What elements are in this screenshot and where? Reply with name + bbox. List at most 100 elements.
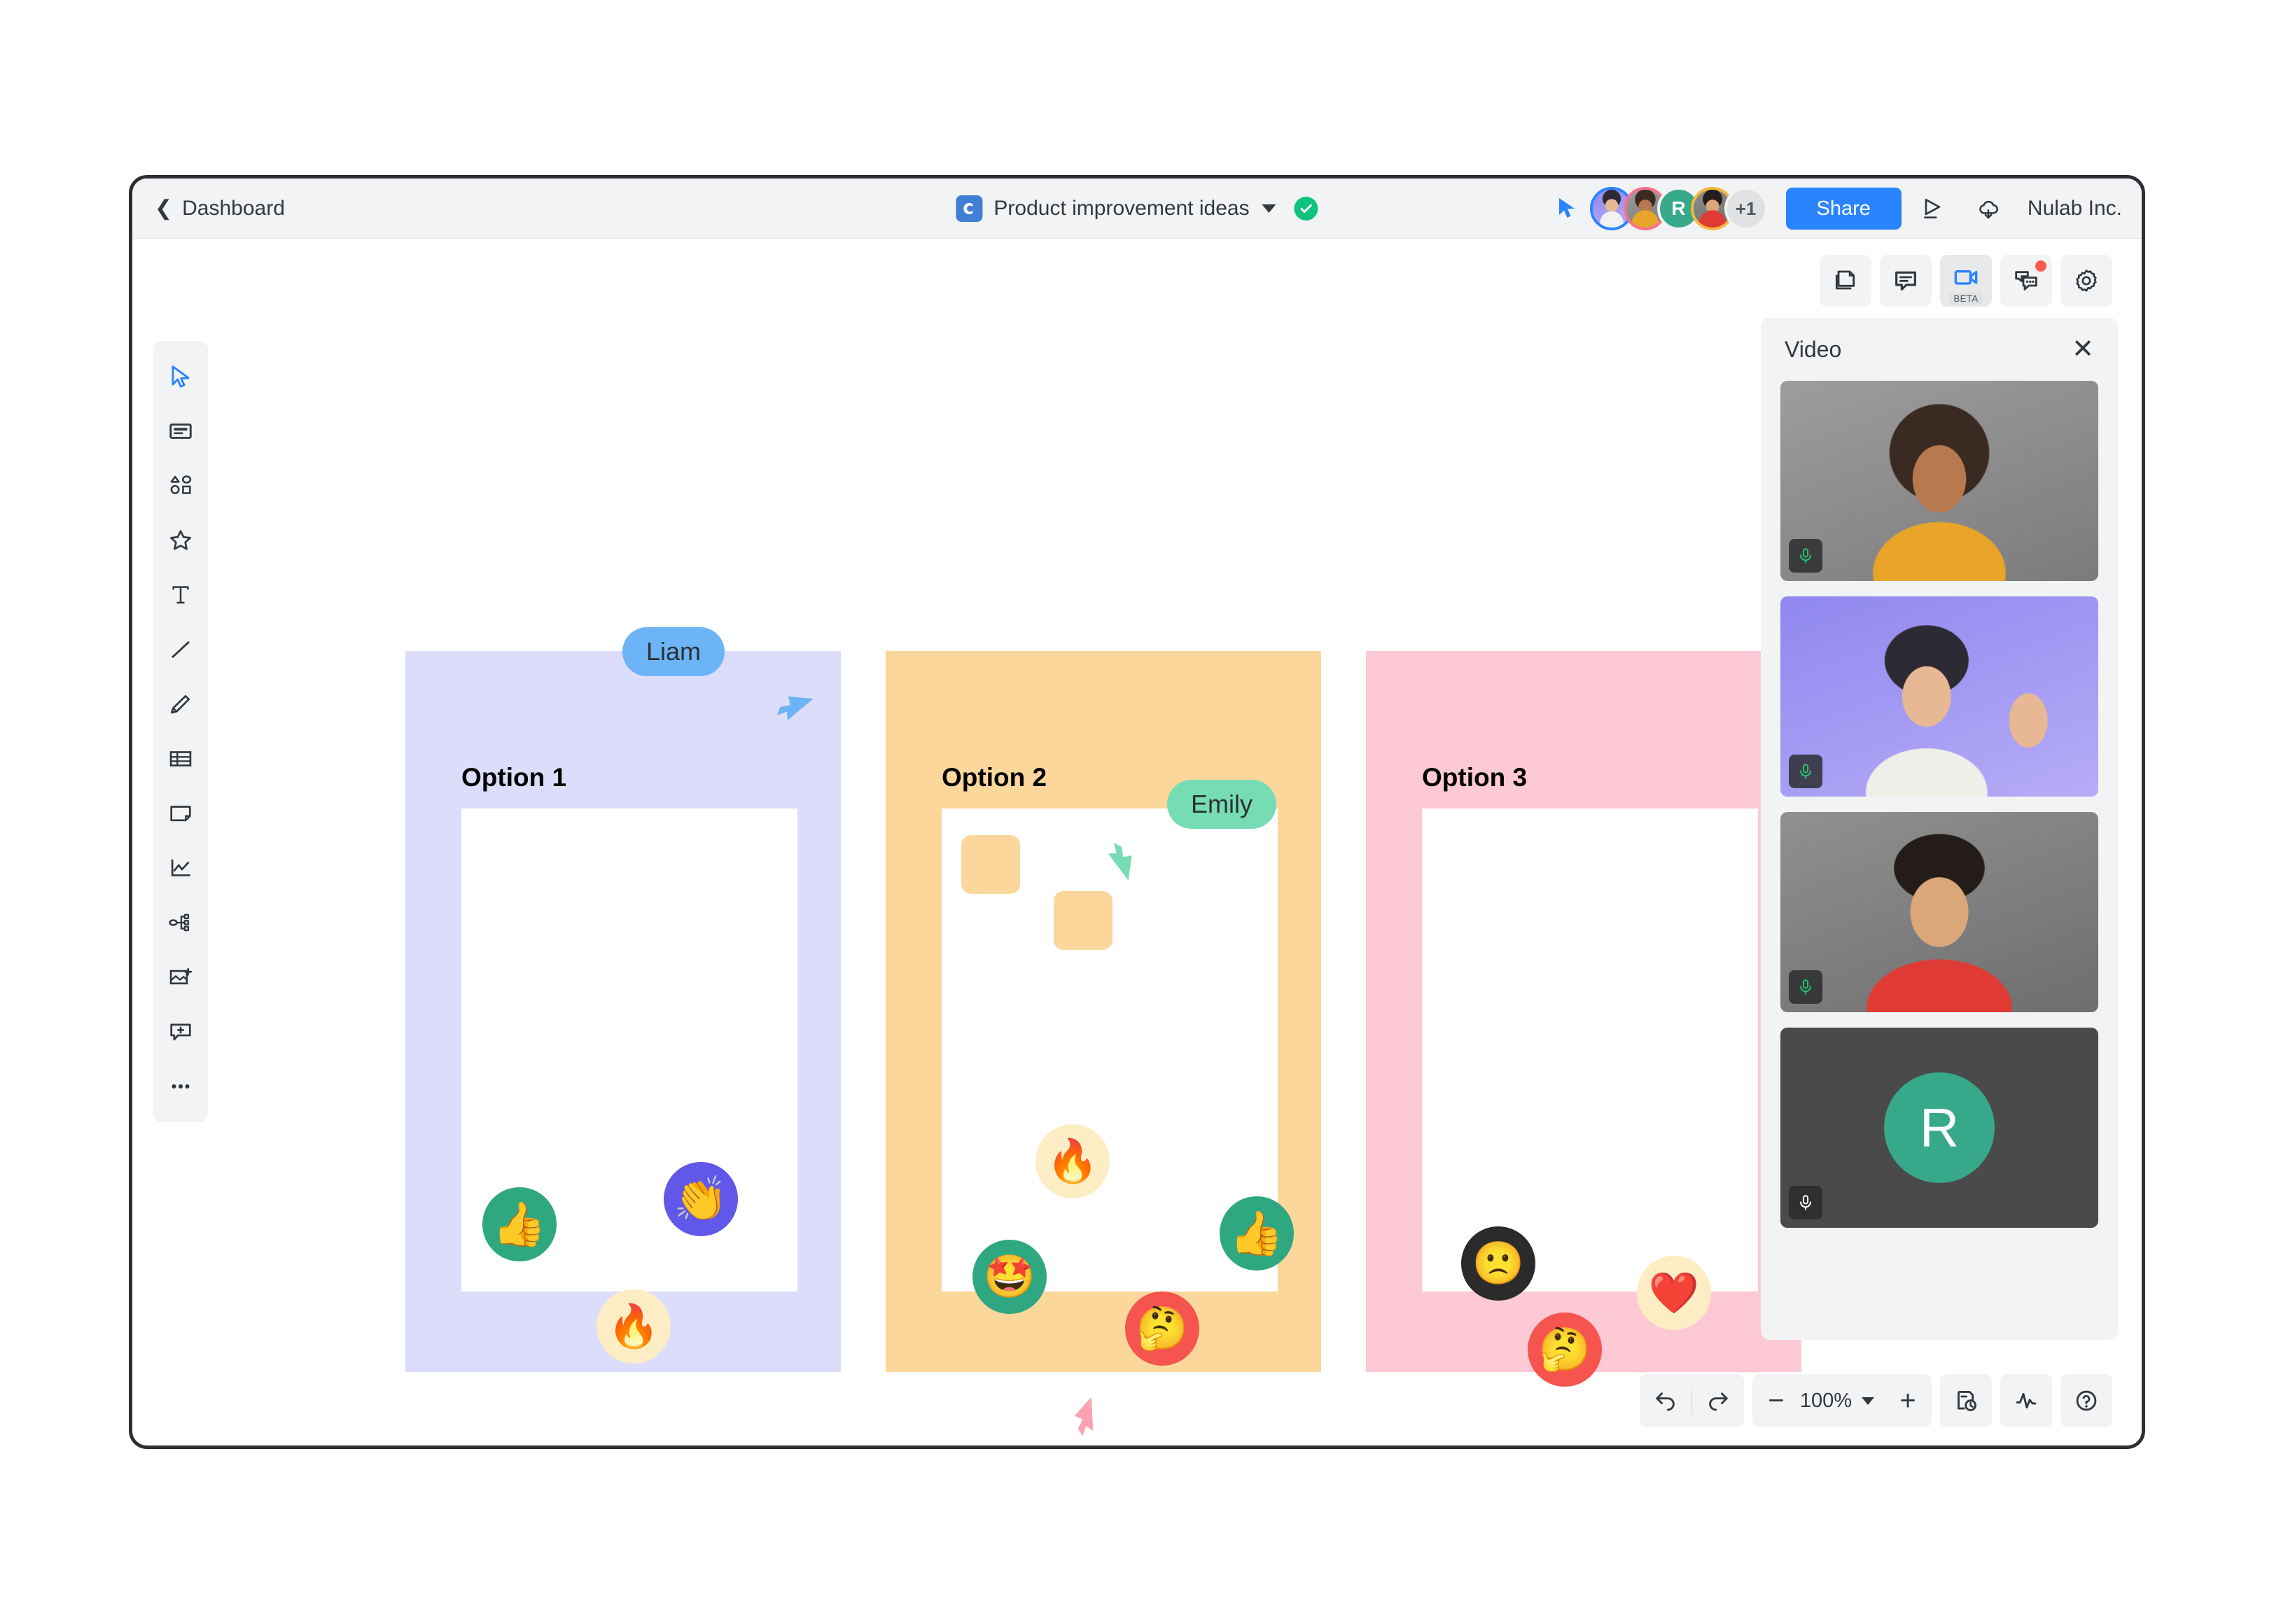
- video-camera-icon: [1954, 270, 1978, 285]
- image-plus-icon: [169, 967, 193, 985]
- activity-button-group: [2000, 1374, 2052, 1427]
- heart-emoji: ❤️: [1648, 1269, 1700, 1317]
- sidebar-item-sticky-tool[interactable]: [153, 786, 208, 841]
- sidebar-item-image-tool[interactable]: [153, 950, 208, 1004]
- avatar-overflow-count[interactable]: +1: [1724, 187, 1768, 230]
- sidebar-item-shapes-tool[interactable]: [153, 458, 208, 513]
- document-title-group: Product improvement ideas: [956, 178, 1318, 239]
- video-tile-list: R: [1761, 381, 2118, 1228]
- sidebar-item-chart-tool[interactable]: [153, 841, 208, 895]
- history-button-group: [1940, 1374, 1992, 1427]
- video-tile[interactable]: [1780, 381, 2098, 581]
- sticky-note[interactable]: [1054, 891, 1112, 950]
- redo-button[interactable]: [1692, 1374, 1744, 1427]
- option-card-title: Option 1: [461, 763, 567, 792]
- remote-cursor-emily: [1091, 838, 1141, 890]
- pages-icon: [1835, 270, 1855, 290]
- reaction-bubble[interactable]: 👍: [1220, 1196, 1294, 1270]
- back-link-label: Dashboard: [182, 197, 285, 220]
- sidebar-item-text-tool[interactable]: [153, 568, 208, 622]
- video-tile[interactable]: R: [1780, 1028, 2098, 1228]
- sidebar-item-pen-tool[interactable]: [153, 677, 208, 732]
- option-card-canvas[interactable]: [1422, 808, 1758, 1292]
- sidebar-item-select-tool[interactable]: [153, 349, 208, 404]
- settings-button[interactable]: [2060, 255, 2112, 307]
- video-tile[interactable]: [1780, 812, 2098, 1012]
- reaction-bubble[interactable]: 🔥: [1035, 1124, 1110, 1198]
- pages-button[interactable]: [1820, 255, 1871, 307]
- video-button[interactable]: BETA: [1940, 255, 1992, 307]
- right-toolbar: BETA: [1820, 255, 2112, 307]
- reaction-bubble[interactable]: 🤔: [1125, 1292, 1199, 1366]
- reaction-bubble[interactable]: 🔥: [597, 1289, 671, 1364]
- mic-on-icon[interactable]: [1789, 755, 1822, 788]
- zoom-out-button[interactable]: −: [1755, 1374, 1797, 1427]
- chevron-down-icon[interactable]: [1262, 204, 1276, 213]
- sidebar-item-comment-tool[interactable]: [153, 1004, 208, 1059]
- cacoo-logo-icon: [956, 195, 983, 222]
- activity-button[interactable]: [2000, 1374, 2052, 1427]
- option-card-title: Option 2: [942, 763, 1047, 792]
- remote-cursor-madison: [1067, 1394, 1116, 1446]
- sidebar-item-line-tool[interactable]: [153, 622, 208, 677]
- pencil-icon: [170, 694, 190, 714]
- cursor-label-liam: Liam: [622, 627, 725, 676]
- sticky-note-icon: [170, 806, 191, 822]
- cloud-download-icon[interactable]: [1966, 186, 2011, 231]
- chat-bubbles-icon: [2015, 271, 2037, 290]
- comments-button[interactable]: [1880, 255, 1932, 307]
- sidebar-item-flowchart-tool[interactable]: [153, 895, 208, 950]
- chevron-down-icon[interactable]: [1862, 1396, 1874, 1405]
- star-icon: [170, 530, 191, 550]
- cursor-pointer-icon[interactable]: [1556, 197, 1579, 220]
- sidebar-item-more-tools[interactable]: [153, 1059, 208, 1114]
- zoom-in-button[interactable]: +: [1887, 1374, 1929, 1427]
- play-presentation-icon[interactable]: [1911, 186, 1956, 231]
- bottom-toolbar: − 100% +: [1639, 1374, 2112, 1427]
- sidebar-item-stamp-tool[interactable]: [153, 513, 208, 568]
- help-button[interactable]: [2060, 1374, 2112, 1427]
- chat-button[interactable]: [2000, 255, 2052, 307]
- sticky-note[interactable]: [961, 835, 1020, 894]
- undo-icon: [1656, 1392, 1675, 1411]
- fire-emoji: 🔥: [1046, 1137, 1099, 1186]
- collaborator-avatars[interactable]: R +1: [1589, 187, 1768, 230]
- undo-button[interactable]: [1640, 1374, 1691, 1427]
- thinking-emoji: 🤔: [1136, 1304, 1189, 1353]
- zoom-level-value[interactable]: 100%: [1797, 1390, 1855, 1413]
- option-card[interactable]: Option 3: [1366, 651, 1801, 1372]
- whiteboard-canvas[interactable]: Option 1 Option 2 Option 3 👍 👏 🔥 🔥 🤩 👍 🤔…: [132, 239, 2142, 1446]
- header-right-cluster: R +1 Share Nulab Inc.: [1556, 178, 2122, 239]
- line-icon: [172, 641, 190, 658]
- thumbs-up-emoji: 👍: [1229, 1208, 1284, 1259]
- avatar-initial: R: [1671, 197, 1686, 219]
- mic-on-icon[interactable]: [1789, 539, 1822, 573]
- option-card[interactable]: Option 1: [405, 651, 841, 1372]
- reaction-bubble[interactable]: 👏: [664, 1162, 738, 1236]
- thumbs-up-emoji: 👍: [492, 1198, 547, 1250]
- sidebar-item-table-tool[interactable]: [153, 732, 208, 786]
- reaction-bubble[interactable]: ❤️: [1637, 1256, 1711, 1330]
- avatar-initial: R: [1919, 1096, 1960, 1158]
- flowchart-icon: [169, 913, 190, 932]
- shapes-icon: [170, 475, 192, 494]
- mic-on-icon[interactable]: [1789, 1186, 1822, 1219]
- reaction-bubble[interactable]: 🤔: [1528, 1312, 1602, 1387]
- back-to-dashboard-link[interactable]: ❮ Dashboard: [155, 178, 285, 239]
- reaction-bubble[interactable]: 🤩: [972, 1240, 1047, 1314]
- video-tile[interactable]: [1780, 596, 2098, 797]
- document-title[interactable]: Product improvement ideas: [993, 197, 1249, 220]
- reaction-bubble[interactable]: 🙁: [1461, 1226, 1535, 1301]
- table-icon: [169, 751, 192, 766]
- beta-badge: BETA: [1949, 293, 1983, 304]
- frowning-emoji: 🙁: [1472, 1239, 1525, 1288]
- organization-name[interactable]: Nulab Inc.: [2028, 197, 2122, 220]
- version-history-button[interactable]: [1940, 1374, 1992, 1427]
- video-panel: Video ✕ R: [1761, 318, 2118, 1340]
- sidebar-item-frame-tool[interactable]: [153, 404, 208, 458]
- line-chart-icon: [171, 859, 191, 876]
- share-button[interactable]: Share: [1785, 188, 1902, 230]
- mic-on-icon[interactable]: [1789, 970, 1822, 1004]
- reaction-bubble[interactable]: 👍: [482, 1187, 557, 1261]
- close-icon[interactable]: ✕: [2072, 336, 2094, 363]
